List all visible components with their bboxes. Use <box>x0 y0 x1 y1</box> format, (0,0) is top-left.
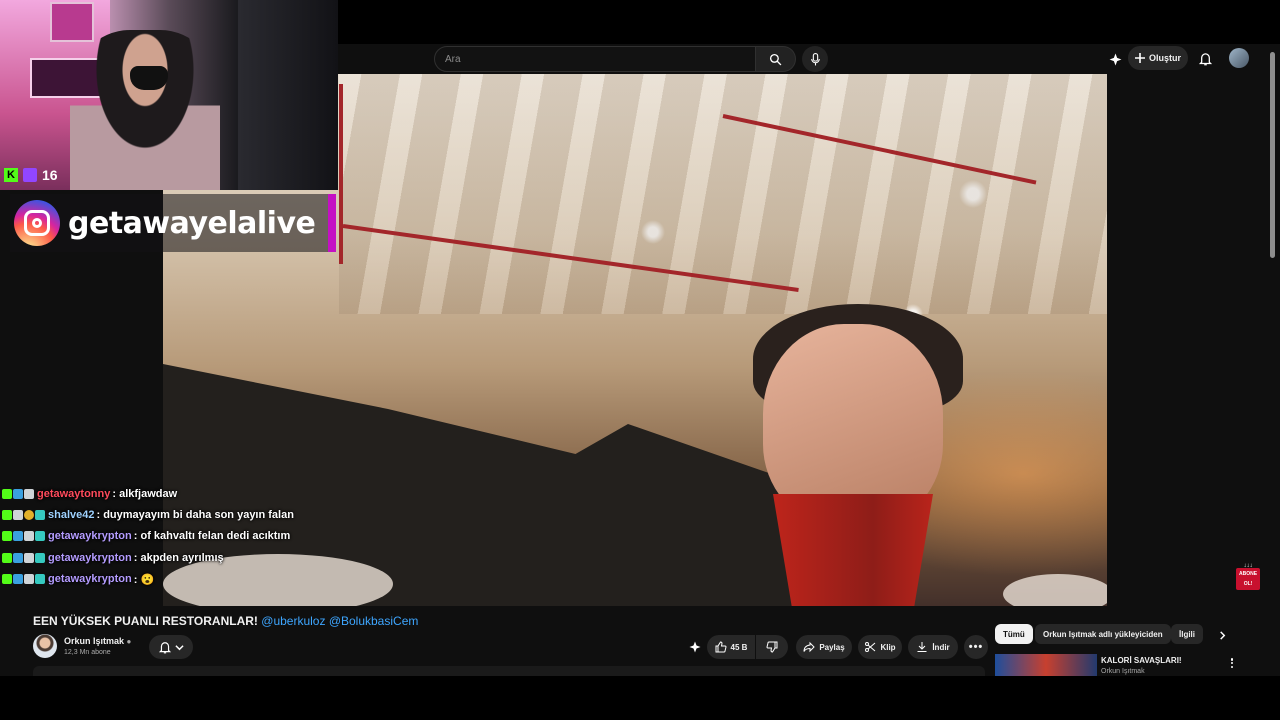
chat-badges <box>2 488 34 499</box>
chip-related[interactable]: İlgili <box>1171 624 1203 644</box>
instagram-icon <box>14 200 60 246</box>
more-actions-button[interactable]: ••• <box>964 635 988 659</box>
channel-avatar[interactable] <box>33 634 57 658</box>
mic-icon <box>810 52 820 65</box>
chat-text: : duymayayım bi daha son yayın falan <box>96 509 294 522</box>
share-button[interactable]: Paylaş <box>796 635 852 659</box>
chat-message: getawaykrypton : of kahvaltı felan dedi … <box>2 526 342 547</box>
share-label: Paylaş <box>819 642 845 652</box>
instagram-banner: getawayelalive <box>10 194 336 252</box>
account-avatar[interactable] <box>1229 48 1249 68</box>
webcam-overlay: K 16 <box>0 0 338 190</box>
description-box[interactable] <box>33 666 985 676</box>
thumbs-down-icon <box>766 641 778 653</box>
webcam-face-mask <box>130 66 168 90</box>
chevron-down-icon <box>174 644 184 650</box>
chat-badges <box>2 510 45 521</box>
subscription-bell-button[interactable] <box>149 635 193 659</box>
instagram-handle: getawayelalive <box>68 205 316 241</box>
chat-username: getawaykrypton <box>48 551 132 564</box>
video-pipe <box>339 84 343 264</box>
search-button[interactable] <box>756 46 796 72</box>
scrollbar-thumb[interactable] <box>1270 52 1275 258</box>
recommended-channel: Orkun Işıtmak <box>1101 668 1145 675</box>
video-title: EEN YÜKSEK PUANLI RESTORANLAR! @uberkulo… <box>33 614 418 628</box>
chat-username: getawaykrypton <box>48 573 132 586</box>
clip-label: Klip <box>880 642 896 652</box>
sparkle-icon <box>689 641 701 653</box>
video-table <box>1003 574 1107 606</box>
chip-all[interactable]: Tümü <box>995 624 1033 644</box>
chat-badges <box>2 574 45 585</box>
chat-text: : of kahvaltı felan dedi acıktım <box>133 530 291 543</box>
recommended-menu-button[interactable] <box>1226 656 1238 670</box>
chips-next-button[interactable] <box>1211 624 1233 646</box>
search-placeholder: Ara <box>445 54 461 65</box>
twitch-icon <box>23 168 37 182</box>
webcam-wall-poster <box>50 2 94 42</box>
verified-icon: ● <box>126 637 132 646</box>
like-button[interactable]: 45 B <box>707 635 755 659</box>
bell-icon <box>1198 53 1212 66</box>
chip-from-uploader[interactable]: Orkun Işıtmak adlı yükleyiciden <box>1035 624 1171 644</box>
scissors-icon <box>865 642 876 652</box>
recommended-title[interactable]: KALORİ SAVAŞLARI! <box>1101 656 1182 665</box>
video-title-main: EEN YÜKSEK PUANLI RESTORANLAR! <box>33 614 258 628</box>
ai-sparkle-button[interactable] <box>1104 48 1126 70</box>
viewer-count-tag: K 16 <box>4 167 58 183</box>
download-button[interactable]: İndir <box>908 635 958 659</box>
channel-name-text[interactable]: Orkun Işıtmak <box>64 636 124 646</box>
sparkle-icon <box>1109 53 1121 65</box>
chat-message: getawaykrypton : akpden ayrılmış <box>2 547 342 568</box>
subscribe-watermark[interactable]: ABONE OL! <box>1236 568 1260 590</box>
instagram-accent-bar <box>328 194 336 252</box>
chat-message: getawaykrypton : 😮 <box>2 569 342 590</box>
webcam-streamer <box>70 30 220 190</box>
chat-overlay: getawaytonny : alkfjawdaw shalve42 : duy… <box>2 483 342 590</box>
chat-username: shalve42 <box>48 509 95 522</box>
channel-name[interactable]: Orkun Işıtmak ● <box>64 636 131 646</box>
download-label: İndir <box>932 642 950 652</box>
chat-badges <box>2 531 45 542</box>
download-icon <box>917 642 927 652</box>
voice-search-button[interactable] <box>802 46 828 72</box>
webcam-chair <box>238 0 338 190</box>
bell-icon <box>158 641 171 653</box>
subscriber-count: 12,3 Mn abone <box>64 649 111 656</box>
chat-text: : alkfjawdaw <box>112 487 178 500</box>
create-label: Oluştur <box>1148 53 1181 63</box>
plus-icon <box>1134 53 1145 63</box>
more-horizontal-icon: ••• <box>968 641 984 653</box>
search-input[interactable]: Ara <box>434 46 756 72</box>
chat-message: shalve42 : duymayayım bi daha son yayın … <box>2 504 342 525</box>
chat-username: getawaytonny <box>37 487 111 500</box>
thumbs-up-icon <box>715 641 727 653</box>
chevron-right-icon <box>1219 630 1225 640</box>
ask-ai-button[interactable] <box>684 635 706 659</box>
chat-username: getawaykrypton <box>48 530 132 543</box>
search-icon <box>769 53 782 65</box>
share-icon <box>803 641 816 653</box>
chat-badges <box>2 552 45 563</box>
viewer-count: 16 <box>42 167 58 183</box>
kick-icon: K <box>4 168 18 182</box>
chat-text: : akpden ayrılmış <box>133 551 224 564</box>
clip-button[interactable]: Klip <box>858 635 902 659</box>
chat-text: : 😮 <box>133 573 155 586</box>
screen-bottom-edge <box>0 676 1280 720</box>
recommended-thumbnail[interactable] <box>995 654 1097 676</box>
like-count: 45 B <box>730 642 748 652</box>
video-title-tags[interactable]: @uberkuloz @BolukbasiCem <box>261 614 418 628</box>
chat-message: getawaytonny : alkfjawdaw <box>2 483 342 504</box>
create-button[interactable]: Oluştur <box>1128 46 1188 70</box>
notifications-button[interactable] <box>1194 48 1216 70</box>
dislike-button[interactable] <box>756 635 788 659</box>
